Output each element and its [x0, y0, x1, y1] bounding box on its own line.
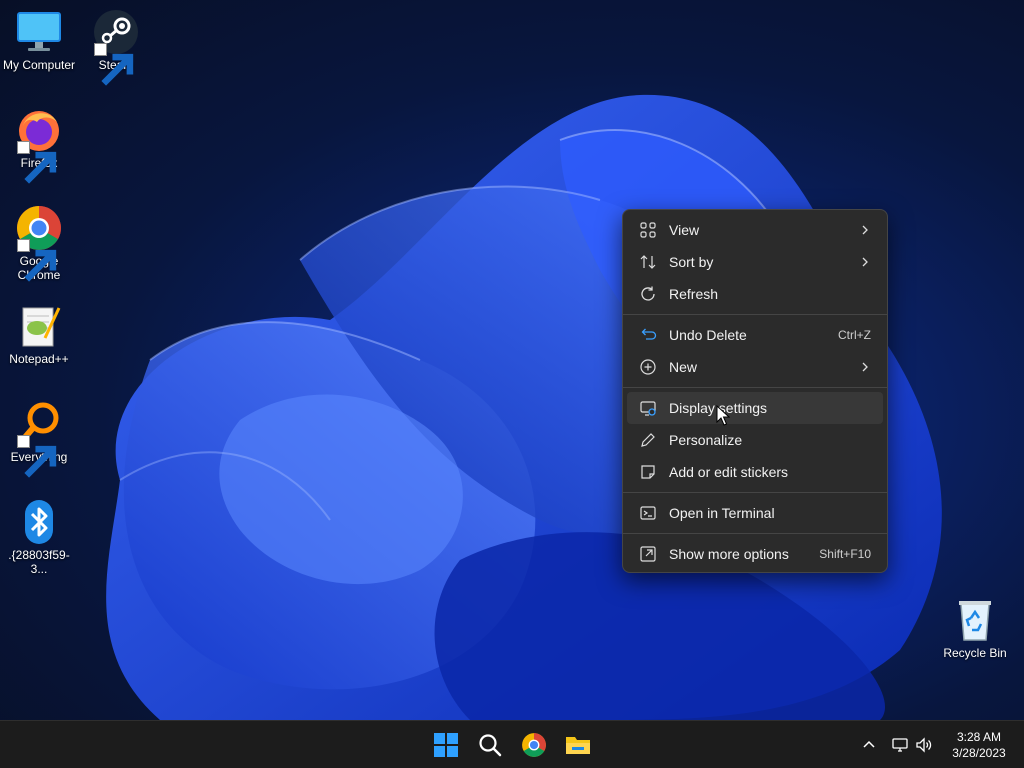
bluetooth-icon — [15, 498, 63, 546]
desktop-icon-google-chrome[interactable]: Google Chrome — [0, 204, 78, 282]
desktop-icon-bluetooth[interactable]: .{28803f59-3... — [0, 498, 78, 576]
menu-item-open-in-terminal[interactable]: Open in Terminal — [627, 497, 883, 529]
menu-item-display-settings[interactable]: Display settings — [627, 392, 883, 424]
taskbar: 3:28 AM 3/28/2023 — [0, 720, 1024, 768]
menu-item-shortcut: Shift+F10 — [819, 547, 871, 561]
desktop-icon-label: Recycle Bin — [943, 646, 1007, 660]
menu-item-label: Undo Delete — [669, 327, 747, 343]
desktop-icon-everything[interactable]: Everything — [0, 400, 78, 478]
notepadpp-icon — [15, 302, 63, 350]
file-explorer-icon — [566, 737, 590, 754]
display-settings-icon — [638, 398, 658, 418]
chrome-icon — [522, 733, 546, 757]
shortcut-arrow-icon — [17, 239, 57, 282]
menu-separator — [623, 314, 887, 315]
clock-date: 3/28/2023 — [952, 746, 1006, 760]
shortcut-arrow-icon — [94, 43, 134, 86]
taskbar-chrome-button[interactable] — [514, 725, 554, 765]
menu-item-show-more-options[interactable]: Show more options Shift+F10 — [627, 538, 883, 570]
show-hidden-icons-button[interactable] — [859, 731, 879, 759]
undo-icon — [638, 325, 658, 345]
desktop-context-menu: View Sort by Refresh Undo Delete Ctrl+Z … — [622, 209, 888, 573]
new-plus-icon — [638, 357, 658, 377]
menu-item-label: Add or edit stickers — [669, 464, 789, 480]
menu-item-label: Refresh — [669, 286, 719, 302]
everything-icon — [15, 400, 63, 478]
menu-item-shortcut: Ctrl+Z — [838, 328, 871, 342]
menu-item-label: Sort by — [669, 254, 714, 270]
firefox-icon — [15, 106, 63, 184]
desktop-icon-label: .{28803f59-3... — [8, 548, 70, 576]
chevron-right-icon — [859, 224, 871, 236]
shortcut-arrow-icon — [17, 141, 57, 184]
chevron-right-icon — [859, 361, 871, 373]
volume-button[interactable] — [913, 731, 935, 759]
menu-item-label: Open in Terminal — [669, 505, 775, 521]
network-icon — [892, 738, 908, 752]
pencil-icon — [638, 430, 658, 450]
menu-item-personalize[interactable]: Personalize — [627, 424, 883, 456]
recycle-bin-icon — [951, 596, 999, 644]
menu-item-refresh[interactable]: Refresh — [627, 278, 883, 310]
desktop-icon-label: Notepad++ — [9, 352, 69, 366]
menu-separator — [623, 387, 887, 388]
taskbar-clock[interactable]: 3:28 AM 3/28/2023 — [940, 729, 1018, 761]
monitor-icon — [15, 8, 63, 56]
menu-item-label: Show more options — [669, 546, 789, 562]
terminal-icon — [638, 503, 658, 523]
chevron-right-icon — [859, 256, 871, 268]
desktop-icon-recycle-bin[interactable]: Recycle Bin — [936, 596, 1014, 660]
chrome-icon — [15, 204, 63, 282]
menu-item-sort-by[interactable]: Sort by — [627, 246, 883, 278]
desktop-icon-my-computer[interactable]: My Computer — [0, 8, 78, 72]
steam-icon — [92, 8, 140, 86]
menu-separator — [623, 533, 887, 534]
menu-item-label: View — [669, 222, 700, 238]
menu-item-label: Display settings — [669, 400, 768, 416]
menu-item-view[interactable]: View — [627, 214, 883, 246]
sort-icon — [638, 252, 658, 272]
search-icon — [479, 734, 502, 757]
network-button[interactable] — [889, 731, 911, 759]
menu-separator — [623, 492, 887, 493]
start-icon — [434, 733, 458, 757]
desktop-icon-firefox[interactable]: Firefox — [0, 106, 78, 184]
file-explorer-button[interactable] — [558, 725, 598, 765]
refresh-icon — [638, 284, 658, 304]
shortcut-arrow-icon — [17, 435, 57, 478]
menu-item-undo-delete[interactable]: Undo Delete Ctrl+Z — [627, 319, 883, 351]
desktop-icon-label: My Computer — [2, 58, 76, 72]
desktop-icon-notepadpp[interactable]: Notepad++ — [0, 302, 78, 366]
menu-item-label: Personalize — [669, 432, 743, 448]
clock-time: 3:28 AM — [956, 730, 1002, 744]
volume-icon — [916, 737, 932, 753]
menu-item-add-edit-stickers[interactable]: Add or edit stickers — [627, 456, 883, 488]
grid-view-icon — [638, 220, 658, 240]
chevron-up-icon — [863, 740, 875, 748]
more-options-icon — [638, 544, 658, 564]
start-button[interactable] — [426, 725, 466, 765]
menu-item-label: New — [669, 359, 698, 375]
desktop-icon-steam[interactable]: Steam — [77, 8, 155, 86]
desktop[interactable]: My Computer Steam Firefox Google Chrome … — [0, 0, 1024, 720]
search-button[interactable] — [470, 725, 510, 765]
menu-item-new[interactable]: New — [627, 351, 883, 383]
mouse-cursor-icon — [716, 405, 730, 426]
sticker-icon — [638, 462, 658, 482]
